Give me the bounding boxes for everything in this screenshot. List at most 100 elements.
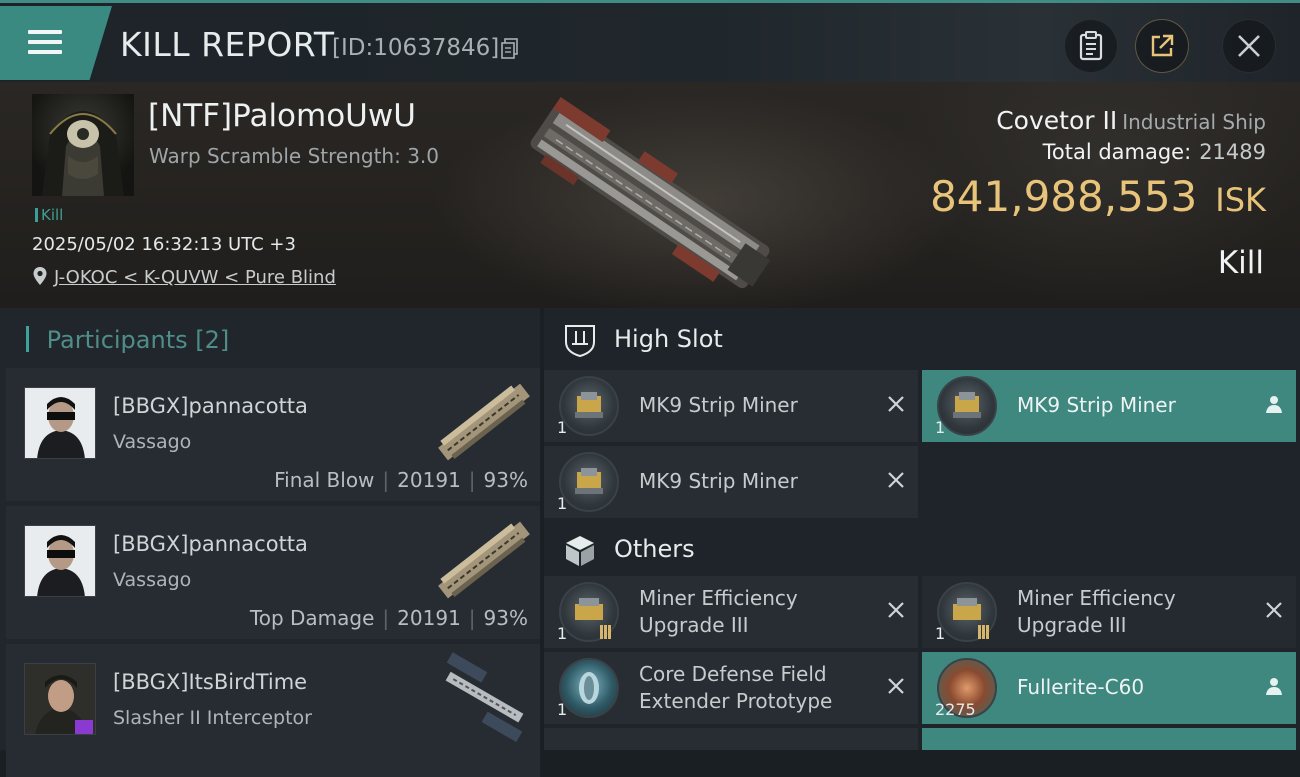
strip-miner-icon	[937, 376, 997, 436]
top-bar: KILL REPORT [ID:10637846]	[0, 0, 1300, 82]
participant-role: Top Damage	[249, 606, 375, 630]
fitting-item[interactable]: 1 Core Defense Field Extender Prototype	[544, 652, 918, 724]
menu-button[interactable]	[0, 6, 112, 80]
participant-row[interactable]: [BBGX]pannacotta Vassago Top Damage | 2019…	[6, 506, 540, 639]
fitting-item[interactable]: 2275 Fullerite-C60	[922, 652, 1296, 724]
participants-header: Participants [2]	[26, 326, 230, 354]
high-slot-section-header: High Slot	[544, 308, 1300, 370]
participant-ship: Vassago	[113, 431, 192, 453]
cube-icon	[566, 536, 594, 566]
victim-ship[interactable]: Covetor II Industrial Ship	[996, 106, 1266, 135]
fitting-item[interactable]	[544, 728, 918, 750]
item-name: Miner Efficiency Upgrade III	[639, 585, 798, 639]
item-name: MK9 Strip Miner	[639, 469, 798, 493]
others-section-header: Others	[544, 518, 1300, 580]
ship-class: Industrial Ship	[1122, 110, 1266, 134]
divider: |	[468, 468, 476, 492]
participant-stats: Top Damage | 20191 | 93%	[250, 606, 528, 630]
tier-3-icon	[600, 624, 614, 639]
item-quantity: 2275	[935, 700, 976, 719]
fitting-item[interactable]: 1 MK9 Strip Miner	[922, 370, 1296, 442]
participant-name: [BBGX]pannacotta	[113, 394, 308, 418]
participant-stats: Final Blow | 20191 | 93%	[274, 468, 528, 492]
clipboard-button[interactable]	[1064, 19, 1118, 73]
item-name-line1: Miner Efficiency	[1017, 586, 1176, 610]
divider: |	[382, 606, 390, 630]
fitting-item[interactable]: 1 Miner Efficiency Upgrade III	[922, 576, 1296, 648]
victim-name[interactable]: [NTF]PalomoUwU	[148, 98, 416, 134]
item-name: MK9 Strip Miner	[1017, 393, 1176, 417]
high-slot-label: High Slot	[614, 325, 723, 353]
fitting-item[interactable]: 1 Miner Efficiency Upgrade III	[544, 576, 918, 648]
portrait-image	[25, 388, 95, 458]
total-damage-value: 21489	[1199, 140, 1266, 164]
isk-loss: 841,988,553 ISK	[930, 172, 1266, 221]
kill-timestamp: 2025/05/02 16:32:13 UTC +3	[32, 234, 296, 255]
close-icon	[1238, 35, 1260, 57]
warp-scramble-strength: Warp Scramble Strength: 3.0	[149, 144, 440, 168]
report-id: [ID:10637846]	[332, 35, 500, 61]
item-name-line1: Core Defense Field	[639, 662, 827, 686]
person-icon	[1266, 396, 1282, 413]
item-name: MK9 Strip Miner	[639, 393, 798, 417]
participant-name: [BBGX]ItsBirdTime	[113, 670, 308, 694]
participant-portrait[interactable]	[24, 525, 96, 597]
item-name-line2: Upgrade III	[1017, 613, 1127, 637]
clipboard-icon	[1079, 31, 1103, 61]
participant-ship-image	[438, 383, 530, 461]
ship-name: Covetor II	[996, 106, 1118, 135]
close-button[interactable]	[1222, 19, 1276, 73]
participant-ship: Slasher II Interceptor	[113, 707, 312, 729]
victim-ship-image	[530, 96, 771, 289]
share-icon	[1151, 34, 1174, 57]
portrait-image	[42, 111, 124, 196]
item-quantity: 1	[557, 494, 568, 513]
menu-icon-bar	[28, 50, 62, 54]
kill-tag: Kill	[35, 206, 63, 224]
fitting-item[interactable]	[922, 728, 1296, 750]
participant-portrait[interactable]	[24, 663, 96, 735]
divider: |	[468, 606, 476, 630]
menu-icon-bar	[28, 40, 62, 44]
menu-icon	[28, 30, 62, 34]
item-quantity: 1	[557, 418, 568, 437]
tier-3-icon	[978, 624, 992, 639]
location-link[interactable]: J-OKOC < K-QUVW < Pure Blind	[54, 267, 336, 288]
participants-label: Participants	[46, 326, 188, 354]
strip-miner-icon	[559, 452, 619, 512]
participant-damage: 20191	[397, 468, 461, 492]
isk-unit: ISK	[1215, 181, 1266, 219]
item-name: Fullerite-C60	[1017, 675, 1145, 699]
item-name-line2: Upgrade III	[639, 613, 749, 637]
participant-row[interactable]: [BBGX]pannacotta Vassago Final Blow | 2019…	[6, 368, 540, 501]
destroyed-icon	[888, 678, 904, 694]
participant-portrait[interactable]	[24, 387, 96, 459]
participant-row[interactable]: [BBGX]ItsBirdTime Slasher II Interceptor	[6, 644, 540, 777]
divider: |	[382, 468, 390, 492]
participant-percent: 93%	[483, 468, 528, 492]
participant-ship: Vassago	[113, 569, 192, 591]
participant-ship-image	[445, 652, 524, 743]
fitting-item[interactable]: 1 MK9 Strip Miner	[544, 446, 918, 518]
share-button[interactable]	[1135, 19, 1189, 73]
total-damage-label: Total damage:	[1042, 140, 1192, 164]
item-quantity: 1	[935, 624, 946, 643]
item-name: Core Defense Field Extender Prototype	[639, 661, 832, 715]
victim-portrait[interactable]	[32, 94, 134, 196]
isk-value: 841,988,553	[930, 172, 1198, 221]
copy-icon[interactable]	[500, 38, 520, 60]
participant-name: [BBGX]pannacotta	[113, 532, 308, 556]
location-pin-icon	[33, 267, 47, 285]
participants-count: [2]	[195, 326, 230, 354]
item-quantity: 1	[557, 700, 568, 719]
others-label: Others	[614, 535, 695, 563]
destroyed-icon	[888, 602, 904, 618]
item-name-line2: Extender Prototype	[639, 689, 833, 713]
destroyed-icon	[1266, 602, 1282, 618]
fitting-item[interactable]: 1 MK9 Strip Miner	[544, 370, 918, 442]
portrait-image	[25, 664, 95, 734]
participant-role: Final Blow	[274, 468, 375, 492]
high-slot-icon	[565, 325, 595, 358]
destroyed-icon	[888, 396, 904, 412]
fitting-panel: High Slot 1 MK9 Strip Miner 1 MK9 Strip …	[544, 308, 1300, 750]
